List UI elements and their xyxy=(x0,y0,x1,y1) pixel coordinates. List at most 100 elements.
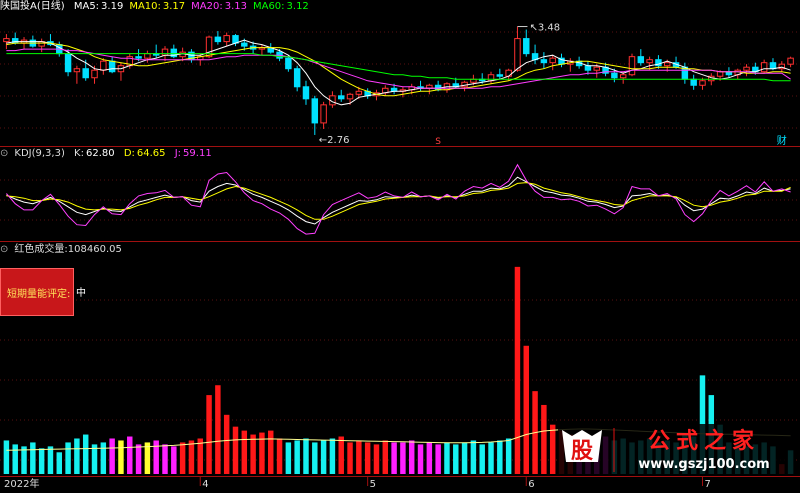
volume-bar-13 xyxy=(118,440,124,474)
candle-body-70 xyxy=(619,74,627,79)
volume-bar-20 xyxy=(179,442,186,474)
volume-bar-24 xyxy=(215,385,221,474)
candle-body-72 xyxy=(637,56,645,64)
cai-marker: 财 xyxy=(777,134,787,147)
candle-body-35 xyxy=(311,98,319,124)
candle-body-15 xyxy=(135,56,142,59)
assessment-label: 短期量能评定: xyxy=(7,288,71,300)
candle-body-7 xyxy=(64,53,72,73)
candle-body-12 xyxy=(108,60,116,73)
candle-body-66 xyxy=(584,65,592,71)
kdj-line-k xyxy=(6,176,791,225)
date-label-3: 6 xyxy=(528,479,534,490)
candle-body-9 xyxy=(82,68,89,79)
price-header: 陕国投A(日线) MA5: 3.19 MA10: 3.17 MA20: 3.13 MA60:… xyxy=(0,0,321,14)
candle-body-81 xyxy=(716,71,724,77)
stock-name: 陕国投A xyxy=(0,1,37,12)
candle-body-55 xyxy=(487,74,495,82)
ma-legend-label-3: MA60: xyxy=(252,1,285,12)
volume-bar-27 xyxy=(241,430,248,474)
volume-bar-59 xyxy=(523,345,529,474)
vol-value: 108460.05 xyxy=(67,244,122,255)
kdj-collapse-icon[interactable]: ⊙ xyxy=(0,148,8,159)
volume-bar-14 xyxy=(127,436,133,474)
ma-legend-value-0: 3.19 xyxy=(101,1,124,12)
volume-bar-35 xyxy=(312,442,318,474)
volume-bar-55 xyxy=(488,442,494,474)
assessment-box: 短期量能评定: xyxy=(0,268,74,316)
candle-body-0 xyxy=(3,38,10,43)
j-label: J: xyxy=(174,148,182,159)
candle-body-39 xyxy=(346,93,354,100)
volume-bar-1 xyxy=(12,444,18,474)
date-label-2: 5 xyxy=(370,479,376,490)
volume-bar-40 xyxy=(356,440,362,474)
date-label-4: 7 xyxy=(704,479,710,490)
volume-bar-57 xyxy=(505,438,512,474)
logo-glyph: 股 xyxy=(571,439,593,464)
candle-body-27 xyxy=(241,42,248,47)
volume-bar-52 xyxy=(461,442,468,474)
candle-body-79 xyxy=(699,80,706,86)
candle-body-87 xyxy=(769,62,777,70)
low-label: ←2.76 xyxy=(319,135,350,146)
candle-body-36 xyxy=(320,104,327,124)
date-label-1: 4 xyxy=(202,479,208,490)
candle-body-84 xyxy=(743,66,750,71)
volume-bar-9 xyxy=(82,434,89,474)
vol-collapse-icon[interactable]: ⊙ xyxy=(0,244,8,255)
kdj-line-j xyxy=(6,163,791,235)
volume-bar-21 xyxy=(188,440,195,474)
volume-bar-44 xyxy=(391,442,397,474)
ma-legend-value-2: 3.13 xyxy=(224,1,247,12)
candle-body-59 xyxy=(523,38,530,55)
volume-bar-47 xyxy=(417,444,424,474)
d-value: 64.65 xyxy=(136,148,166,159)
s-marker: S xyxy=(435,137,441,147)
volume-bar-51 xyxy=(453,444,459,474)
candle-body-38 xyxy=(337,95,345,100)
k-label: K: xyxy=(74,148,84,159)
volume-bar-28 xyxy=(250,434,256,474)
volume-bar-50 xyxy=(444,442,450,474)
candle-body-10 xyxy=(91,69,98,79)
volume-bar-49 xyxy=(435,444,441,474)
candle-body-69 xyxy=(611,72,618,79)
candle-body-33 xyxy=(293,68,301,88)
volume-bar-54 xyxy=(479,444,485,474)
volume-bar-15 xyxy=(135,444,142,474)
volume-bar-11 xyxy=(100,442,107,474)
volume-bar-39 xyxy=(347,442,353,474)
candle-body-34 xyxy=(302,86,310,100)
candle-body-8 xyxy=(73,68,81,73)
kdj-line-d xyxy=(6,182,791,220)
volume-bar-33 xyxy=(294,440,300,474)
volume-bar-42 xyxy=(373,444,380,474)
ma-legend: MA5: 3.19 MA10: 3.17 MA20: 3.13 MA60: 3.12 xyxy=(74,1,315,12)
volume-bar-43 xyxy=(382,440,389,474)
volume-bar-41 xyxy=(364,442,371,474)
volume-bar-58 xyxy=(514,266,521,474)
volume-bar-34 xyxy=(303,438,309,474)
assessment-value: 中 xyxy=(76,288,86,299)
volume-bar-19 xyxy=(171,446,177,474)
candle-body-73 xyxy=(646,59,653,64)
chart-stage: ↖3.48 ←2.76 S 财 2022年 4 5 6 7 陕国投A(日线) MA5: 3.19 M… xyxy=(0,0,800,490)
volume-bar-7 xyxy=(65,442,71,474)
ma-legend-value-3: 3.12 xyxy=(286,1,309,12)
kdj-header: ⊙ KDJ(9,3,3) K: 62.80 D: 64.65 J: 59.11 xyxy=(0,147,218,161)
volume-bar-5 xyxy=(47,446,54,474)
volume-bar-38 xyxy=(338,436,344,474)
candle-body-86 xyxy=(760,62,768,73)
candle-body-24 xyxy=(214,36,222,43)
date-label-0: 2022年 xyxy=(4,477,39,490)
volume-bar-36 xyxy=(320,440,327,474)
vol-name: 红色成交量 xyxy=(14,244,65,255)
candle-body-58 xyxy=(514,38,521,71)
logo-url: www.gszj100.com xyxy=(638,457,769,472)
k-value: 62.80 xyxy=(85,148,115,159)
ma-legend-label-2: MA20: xyxy=(191,1,223,12)
candle-body-16 xyxy=(144,53,151,59)
volume-bar-6 xyxy=(56,452,63,474)
volume-bar-12 xyxy=(109,438,115,474)
